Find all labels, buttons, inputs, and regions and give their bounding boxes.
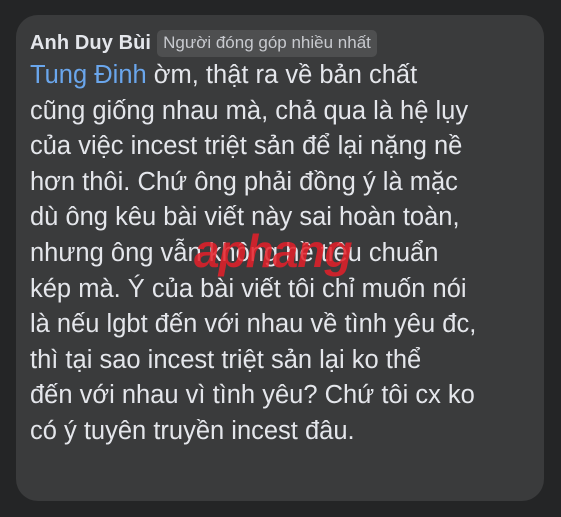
- screen: Anh Duy Bùi Người đóng góp nhiều nhất Tu…: [0, 0, 561, 517]
- comment-line-10: đến với nhau vì tình yêu? Chứ tôi cx ko: [30, 381, 475, 410]
- mention-link[interactable]: Tung Đinh: [30, 61, 147, 89]
- comment-line-text: ờm, thật ra về bản chất: [146, 61, 418, 89]
- comment-line-1: Tung Đinh ờm, thật ra về bản chất: [30, 58, 540, 94]
- comment-header: Anh Duy Bùi Người đóng góp nhiều nhất: [30, 30, 377, 57]
- comment-line-11: có ý tuyên truyền incest đâu.: [30, 416, 355, 445]
- watermark-logo: aphang: [194, 225, 353, 277]
- top-contributor-badge: Người đóng góp nhiều nhất: [157, 30, 377, 57]
- comment-author-name[interactable]: Anh Duy Bùi: [30, 32, 151, 55]
- comment-line-8: là nếu lgbt đến với nhau về tình yêu đc,: [30, 310, 477, 339]
- comment-line-3: của việc incest triệt sản để lại nặng nề: [30, 132, 463, 161]
- comment-line-4: hơn thôi. Chứ ông phải đồng ý là mặc: [30, 167, 458, 196]
- comment-line-2: cũng giống nhau mà, chả qua là hệ lụy: [30, 96, 469, 125]
- comment-line-9: thì tại sao incest triệt sản lại ko thể: [30, 345, 422, 374]
